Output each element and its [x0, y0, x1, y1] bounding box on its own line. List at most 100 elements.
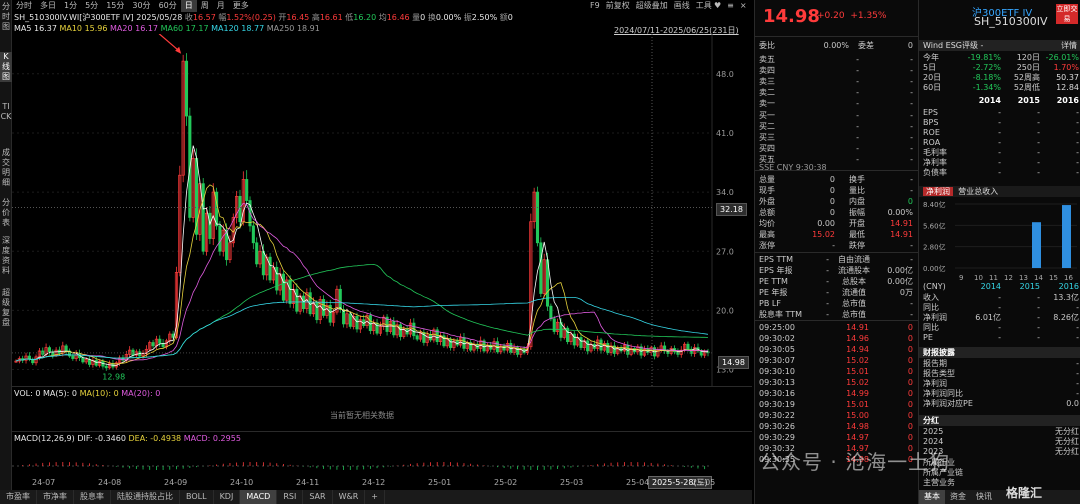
cny-header: (CNY) 2014 2015 2016 [923, 282, 1079, 291]
macd-dea: DEA: -0.4938 [128, 434, 182, 443]
candle-body [449, 338, 453, 348]
tick-time: 09:30:10 [759, 367, 795, 376]
candle-body [64, 345, 68, 352]
draw-button[interactable]: 画线 [674, 0, 690, 12]
stat-label: 量比 [849, 186, 865, 195]
candle-body [47, 347, 51, 353]
vtab-depth[interactable]: 深度资料 [0, 236, 12, 276]
tab-news[interactable]: 快讯 [971, 490, 997, 504]
stat-value: 0 [907, 197, 913, 206]
bid-row: 买二 - - [759, 121, 917, 132]
fin-row: PE - - - [923, 333, 1079, 343]
perf-label: 52周低 [1013, 83, 1040, 92]
stat-value: - [910, 186, 913, 195]
add-tab-button[interactable]: + [365, 490, 385, 504]
candle-body [201, 183, 205, 252]
period-5min[interactable]: 5分 [81, 0, 102, 12]
ask-row: 卖一 - - [759, 98, 917, 109]
ask-volume: - [910, 55, 913, 64]
amount-label: 额 [499, 13, 508, 22]
ratio-label: EPS [923, 108, 938, 117]
fin-value: - [1076, 323, 1079, 332]
trade-now-button[interactable]: 立即交易 [1056, 4, 1078, 24]
tick-row: 09:30:02 14.96 0 [759, 333, 917, 344]
stat-value: 0 [829, 197, 835, 206]
tick-time: 09:30:19 [759, 400, 795, 409]
stat-value: 0 [829, 175, 835, 184]
candle-body [539, 242, 543, 294]
adjust-button[interactable]: 前复权 [606, 0, 630, 12]
tab-pe[interactable]: 市盈率 [0, 490, 37, 504]
period-30min[interactable]: 30分 [128, 0, 154, 12]
tools-button[interactable]: 工具 [696, 0, 712, 12]
fin-value: - [998, 323, 1001, 332]
tab-macd[interactable]: MACD [240, 490, 278, 504]
amplitude-value: 2.50% [471, 13, 498, 22]
fund-divider [755, 252, 919, 253]
period-week[interactable]: 周 [197, 0, 213, 12]
ma10-legend: MA10 15.96 [59, 24, 108, 33]
perf-row: 20日 -8.18% 52周高 50.37 [923, 73, 1079, 83]
avg-label: 均 [378, 13, 387, 22]
tab-revenue[interactable]: 营业总收入 [958, 187, 998, 196]
close-icon[interactable]: × [740, 0, 747, 12]
f9-button[interactable]: F9 [590, 0, 600, 12]
period-timeshare[interactable]: 分时 [12, 0, 36, 12]
stat-value: 0 [829, 186, 835, 195]
ask-label: 卖二 [759, 88, 775, 97]
detail-link[interactable]: 详情 [1061, 40, 1077, 51]
peak-label: 50.37 [153, 34, 176, 36]
tab-dividend[interactable]: 股息率 [74, 490, 111, 504]
fin-row: 同比 - - - [923, 303, 1079, 313]
stat-value: - [832, 241, 835, 250]
vtab-trade-detail[interactable]: 成交明细 [0, 148, 12, 188]
period-60min[interactable]: 60分 [155, 0, 181, 12]
esg-row: Wind ESG评级 - 详情 [919, 40, 1080, 51]
kline-chart[interactable]: 48.041.034.027.020.013.050.3712.98 [12, 34, 752, 386]
tick-volume: 0 [907, 433, 913, 442]
stat-value: 14.91 [890, 219, 913, 228]
tick-time: 09:30:22 [759, 411, 795, 420]
tab-sar[interactable]: SAR [303, 490, 333, 504]
rev-y-tick: 0.00亿 [923, 264, 946, 273]
tab-northbound[interactable]: 陆股通持股占比 [111, 490, 180, 504]
bid-label: 买三 [759, 133, 775, 142]
ask-price: - [856, 99, 859, 108]
tab-kdj[interactable]: KDJ [214, 490, 241, 504]
ma5-legend: MA5 16.37 [14, 24, 57, 33]
period-month[interactable]: 月 [213, 0, 229, 12]
period-day[interactable]: 日 [180, 0, 197, 12]
fin-label: 同比 [923, 303, 939, 312]
vtab-super-review[interactable]: 超级复盘 [0, 288, 12, 328]
tab-net-profit[interactable]: 净利润 [923, 187, 953, 196]
vtab-timeshare[interactable]: 分时图 [0, 2, 12, 32]
vtab-tick[interactable]: TICK [0, 102, 12, 122]
fund-label: EPS TTM [759, 255, 794, 264]
left-view-strip: 分时图 K线图 TICK 成交明细 分价表 深度资料 超级复盘 [0, 0, 12, 504]
perf-row: 5日 -2.72% 250日 1.70% [923, 63, 1079, 73]
tab-pb[interactable]: 市净率 [37, 490, 74, 504]
tab-rsi[interactable]: RSI [277, 490, 304, 504]
tick-price: 14.97 [846, 433, 869, 442]
tab-wr[interactable]: W&R [333, 490, 366, 504]
period-15min[interactable]: 15分 [102, 0, 128, 12]
tab-fund-flow[interactable]: 资金 [945, 490, 971, 504]
dividend-year: 2025 [923, 427, 944, 436]
high-value: 16.61 [319, 13, 343, 22]
period-more[interactable]: 更多 [229, 0, 253, 12]
rev-x-tick: 11 [989, 274, 998, 282]
vtab-price-table[interactable]: 分价表 [0, 198, 12, 228]
tick-row: 09:25:00 14.91 0 [759, 322, 917, 333]
tab-boll[interactable]: BOLL [180, 490, 214, 504]
favorite-icon[interactable]: ♥ [714, 0, 721, 12]
period-1min[interactable]: 1分 [60, 0, 81, 12]
perf-label: 120日 [1016, 53, 1040, 62]
vtab-kline[interactable]: K线图 [0, 52, 12, 82]
tab-basic[interactable]: 基本 [919, 490, 945, 504]
perf-value: 1.70% [1053, 63, 1079, 72]
change-pct: +1.35% [850, 11, 887, 21]
period-multiday[interactable]: 多日 [36, 0, 60, 12]
amplitude-label: 振 [463, 13, 472, 22]
menu-icon[interactable]: ≡ [727, 0, 734, 12]
overlay-button[interactable]: 超级叠加 [636, 0, 668, 12]
